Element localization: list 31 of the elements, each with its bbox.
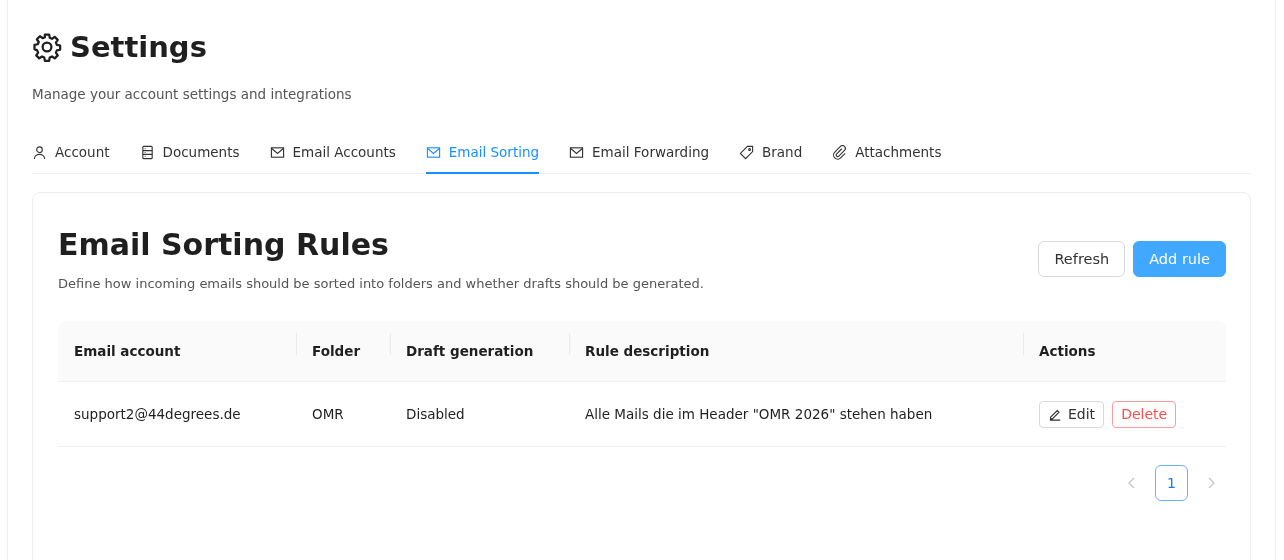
envelope-icon: [425, 144, 441, 160]
table-cell: Disabled: [406, 406, 465, 422]
settings-tab[interactable]: Documents: [139, 144, 240, 174]
card-description: Define how incoming emails should be sorted into folders and whether drafts should be generated.: [58, 276, 704, 291]
card-title: Email Sorting Rules: [58, 227, 390, 262]
refresh-button[interactable]: Refresh: [1038, 241, 1126, 277]
settings-tab[interactable]: Account: [32, 144, 110, 174]
table-cell: support2@44degrees.de: [74, 406, 241, 422]
settings-tab[interactable]: Email Forwarding: [569, 144, 709, 174]
document-icon: [139, 144, 155, 160]
page-title: Settings: [70, 30, 207, 64]
settings-icon: [32, 32, 62, 62]
person-icon: [32, 144, 47, 160]
tag-icon: [739, 144, 754, 160]
settings-tab[interactable]: Brand: [739, 144, 803, 174]
page-subtitle: Manage your account settings and integrations: [32, 86, 353, 102]
page-button[interactable]: 1: [1155, 465, 1188, 501]
column-header: Rule description: [585, 343, 710, 359]
table-cell: OMR: [312, 406, 344, 422]
pencil-icon: [1048, 407, 1062, 421]
table-cell: Alle Mails die im Header "OMR 2026" stehen haben: [585, 406, 933, 422]
settings-tab[interactable]: Email Accounts: [269, 144, 396, 174]
column-header: Actions: [1039, 343, 1096, 359]
envelope-icon: [569, 144, 585, 160]
settings-tab[interactable]: Attachments: [832, 144, 942, 174]
edit-button[interactable]: Edit: [1039, 400, 1105, 428]
column-header: Folder: [312, 343, 361, 359]
paperclip-icon: [832, 144, 848, 160]
envelope-icon: [269, 144, 285, 160]
column-header: Email account: [74, 343, 181, 359]
column-header: Draft generation: [406, 343, 534, 359]
